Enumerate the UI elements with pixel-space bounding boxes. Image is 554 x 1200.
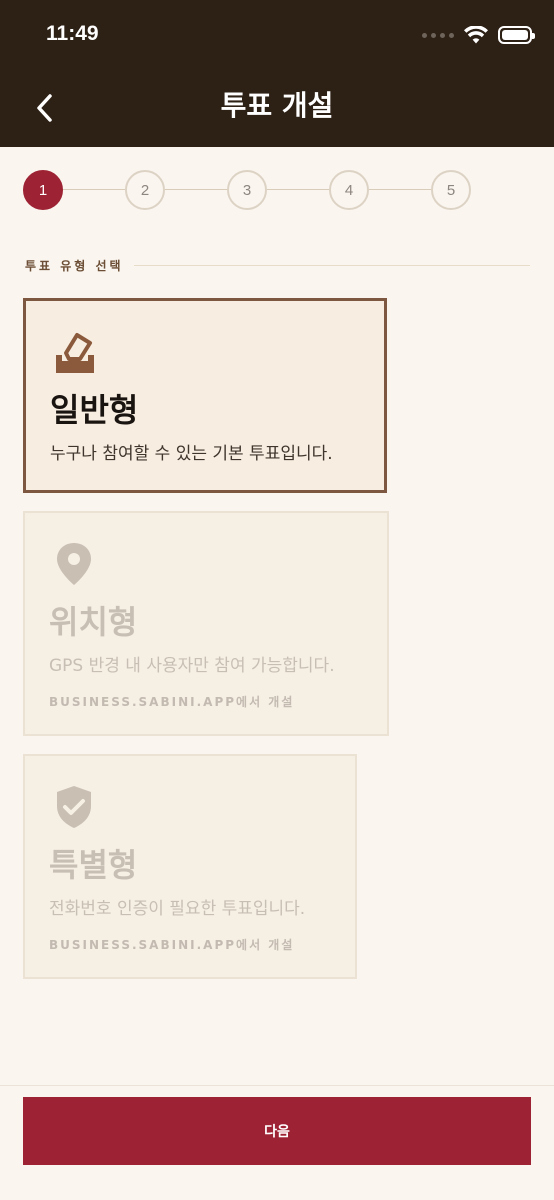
section-divider <box>134 265 530 266</box>
step-5: 5 <box>431 170 471 210</box>
step-1: 1 <box>23 170 63 210</box>
card-note: BUSINESS.SABINI.APP에서 개설 <box>49 695 295 709</box>
card-description: 전화번호 인증이 필요한 투표입니다. <box>49 899 306 919</box>
vote-type-card-general[interactable]: 일반형 누구나 참여할 수 있는 기본 투표입니다. <box>23 298 387 493</box>
shield-check-icon <box>57 786 91 828</box>
signal-icon <box>422 32 454 38</box>
page-title: 투표 개설 <box>220 89 334 122</box>
step-connector <box>63 189 125 190</box>
battery-icon <box>498 26 535 44</box>
next-button[interactable]: 다음 <box>23 1097 531 1165</box>
step-indicator: 1 2 3 4 5 <box>23 170 471 210</box>
footer-divider <box>0 1085 554 1086</box>
wifi-icon <box>464 26 488 44</box>
card-title: 위치형 <box>49 603 138 641</box>
status-icons <box>422 26 535 44</box>
status-time: 11:49 <box>46 22 99 45</box>
card-note: BUSINESS.SABINI.APP에서 개설 <box>49 938 295 952</box>
step-4: 4 <box>329 170 369 210</box>
ballot-box-icon <box>56 333 94 373</box>
location-pin-icon <box>57 543 91 585</box>
card-title: 일반형 <box>50 391 139 429</box>
step-3: 3 <box>227 170 267 210</box>
section-label: 투표 유형 선택 <box>25 259 124 273</box>
step-connector <box>267 189 329 190</box>
step-2: 2 <box>125 170 165 210</box>
step-connector <box>165 189 227 190</box>
card-description: GPS 반경 내 사용자만 참여 가능합니다. <box>49 656 335 676</box>
app-header: 11:49 투표 개설 <box>0 0 554 147</box>
step-connector <box>369 189 431 190</box>
vote-type-card-location[interactable]: 위치형 GPS 반경 내 사용자만 참여 가능합니다. BUSINESS.SAB… <box>23 511 389 736</box>
vote-type-card-special[interactable]: 특별형 전화번호 인증이 필요한 투표입니다. BUSINESS.SABINI.… <box>23 754 357 979</box>
card-title: 특별형 <box>49 846 138 884</box>
card-description: 누구나 참여할 수 있는 기본 투표입니다. <box>50 444 333 464</box>
